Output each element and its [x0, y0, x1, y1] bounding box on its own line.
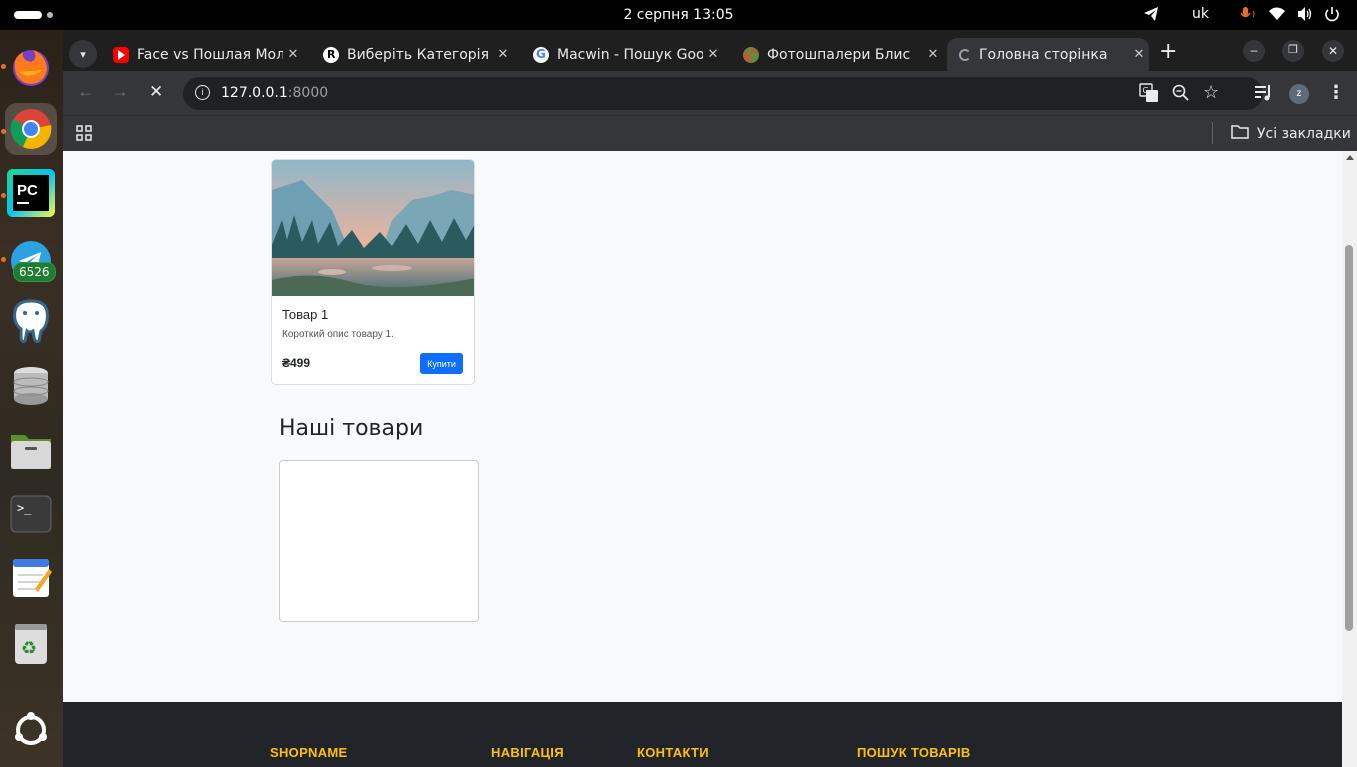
product-card: Товар 1 Короткий опис товару 1. ₴499 Куп… [271, 159, 475, 385]
google-icon: G [533, 46, 549, 63]
tab-label: Головна сторінка [979, 46, 1108, 63]
tab-strip: ▾ Face vs Пошлая Мол ✕ R Виберіть Катего… [63, 30, 1357, 71]
new-tab-button[interactable]: + [1159, 39, 1177, 64]
translate-icon[interactable]: G [1139, 83, 1159, 108]
menu-icon[interactable]: ⋮ [1327, 82, 1345, 103]
close-icon[interactable]: ✕ [703, 47, 723, 62]
footer-navigation-heading: НАВІГАЦІЯ [491, 745, 564, 760]
youtube-icon [113, 46, 129, 63]
site-icon: R [323, 46, 339, 63]
firefox-icon[interactable] [5, 40, 57, 92]
tab-youtube[interactable]: Face vs Пошлая Мол ✕ [103, 38, 303, 71]
forward-button[interactable]: → [111, 81, 129, 102]
show-apps-icon[interactable] [5, 704, 57, 756]
bookmark-star-icon[interactable]: ☆ [1203, 82, 1219, 103]
svg-text:♻: ♻ [21, 638, 37, 659]
site-icon [743, 46, 759, 63]
product-image [272, 160, 474, 296]
pgadmin-icon[interactable] [5, 295, 57, 347]
tab-search-button[interactable]: ▾ [69, 40, 97, 68]
url-port: :8000 [287, 85, 329, 101]
tab-google[interactable]: G Macwin - Пошук Goo ✕ [523, 38, 723, 71]
product-price: ₴499 [282, 356, 311, 370]
browser-window: ▾ Face vs Пошлая Мол ✕ R Виберіть Катего… [63, 30, 1357, 767]
buy-button[interactable]: Купити [420, 353, 463, 374]
wifi-icon[interactable] [1268, 6, 1286, 26]
product-title: Товар 1 [282, 307, 329, 322]
restore-button[interactable]: ❐ [1282, 40, 1304, 62]
chevron-down-icon: ▾ [80, 48, 86, 61]
telegram-tray-icon[interactable] [1143, 6, 1159, 26]
tab-label: Фотошпалери Блис [767, 46, 911, 63]
url-host: 127.0.0.1 [221, 85, 288, 101]
page-scrollbar[interactable] [1342, 151, 1357, 767]
stop-loading-button[interactable]: ✕ [149, 82, 163, 102]
close-icon[interactable]: ✕ [283, 47, 303, 62]
tab-category[interactable]: R Виберіть Категорія ✕ [313, 38, 513, 71]
microphone-icon[interactable] [1240, 6, 1258, 26]
product-placeholder-card [279, 460, 479, 622]
text-editor-icon[interactable] [5, 551, 57, 603]
tab-label: Macwin - Пошук Goo [557, 46, 703, 63]
profile-avatar[interactable]: z [1289, 84, 1309, 104]
tab-home[interactable]: Головна сторінка ✕ [947, 38, 1149, 71]
scrollbar-thumb[interactable] [1345, 245, 1353, 631]
footer-contacts-heading: КОНТАКТИ [637, 745, 709, 760]
address-bar[interactable]: i 127.0.0.1:8000 G ☆ [183, 77, 1263, 110]
terminal-icon[interactable]: >_ [5, 488, 57, 540]
close-icon[interactable]: ✕ [923, 47, 943, 62]
all-bookmarks-label: Усі закладки [1257, 126, 1351, 142]
close-icon[interactable]: ✕ [1129, 47, 1149, 62]
chrome-icon[interactable] [5, 103, 57, 155]
site-info-icon[interactable]: i [195, 85, 210, 100]
section-title: Наші товари [279, 416, 424, 441]
bookmarks-divider [1212, 122, 1213, 144]
back-button[interactable]: ← [77, 81, 95, 102]
svg-text:>_: >_ [17, 501, 32, 515]
keyboard-layout[interactable]: uk [1192, 6, 1209, 22]
tab-label: Виберіть Категорія [347, 46, 489, 63]
telegram-badge: 6526 [13, 262, 56, 282]
apps-grid-icon[interactable] [76, 125, 92, 145]
url-text[interactable]: 127.0.0.1:8000 [221, 85, 328, 101]
svg-text:G: G [1143, 86, 1149, 95]
footer: SHOPNAME НАВІГАЦІЯ КОНТАКТИ ПОШУК ТОВАРІ… [63, 702, 1342, 767]
dock: PC 6526 >_ ♻ [0, 30, 63, 767]
toolbar: ← → ✕ i 127.0.0.1:8000 G ☆ z ⋮ [63, 71, 1357, 115]
web-page: Товар 1 Короткий опис товару 1. ₴499 Куп… [63, 151, 1342, 767]
tab-wallpapers[interactable]: Фотошпалери Блис ✕ [733, 38, 943, 71]
close-icon[interactable]: ✕ [493, 47, 513, 62]
footer-brand: SHOPNAME [270, 745, 348, 760]
bookmarks-bar: Усі закладки [63, 115, 1357, 151]
pycharm-icon[interactable]: PC [5, 167, 57, 219]
all-bookmarks-button[interactable]: Усі закладки [1231, 124, 1351, 144]
footer-search-heading: ПОШУК ТОВАРІВ [857, 745, 971, 760]
folder-icon [1231, 124, 1249, 144]
zoom-icon[interactable] [1171, 83, 1191, 108]
power-icon[interactable] [1324, 6, 1340, 26]
database-icon[interactable] [5, 360, 57, 412]
trash-icon[interactable]: ♻ [5, 618, 57, 670]
product-description: Короткий опис товару 1. [282, 329, 394, 340]
files-icon[interactable] [5, 425, 57, 477]
svg-text:PC: PC [17, 182, 38, 199]
close-window-button[interactable]: ✕ [1322, 40, 1344, 62]
volume-icon[interactable] [1296, 6, 1314, 26]
tab-label: Face vs Пошлая Мол [137, 46, 283, 63]
system-top-bar: 2 серпня 13:05 uk [0, 0, 1357, 30]
minimize-button[interactable]: – [1243, 40, 1265, 62]
media-controls-icon[interactable] [1253, 83, 1273, 108]
scroll-up-arrow[interactable] [1346, 155, 1354, 160]
loading-icon [959, 48, 971, 61]
